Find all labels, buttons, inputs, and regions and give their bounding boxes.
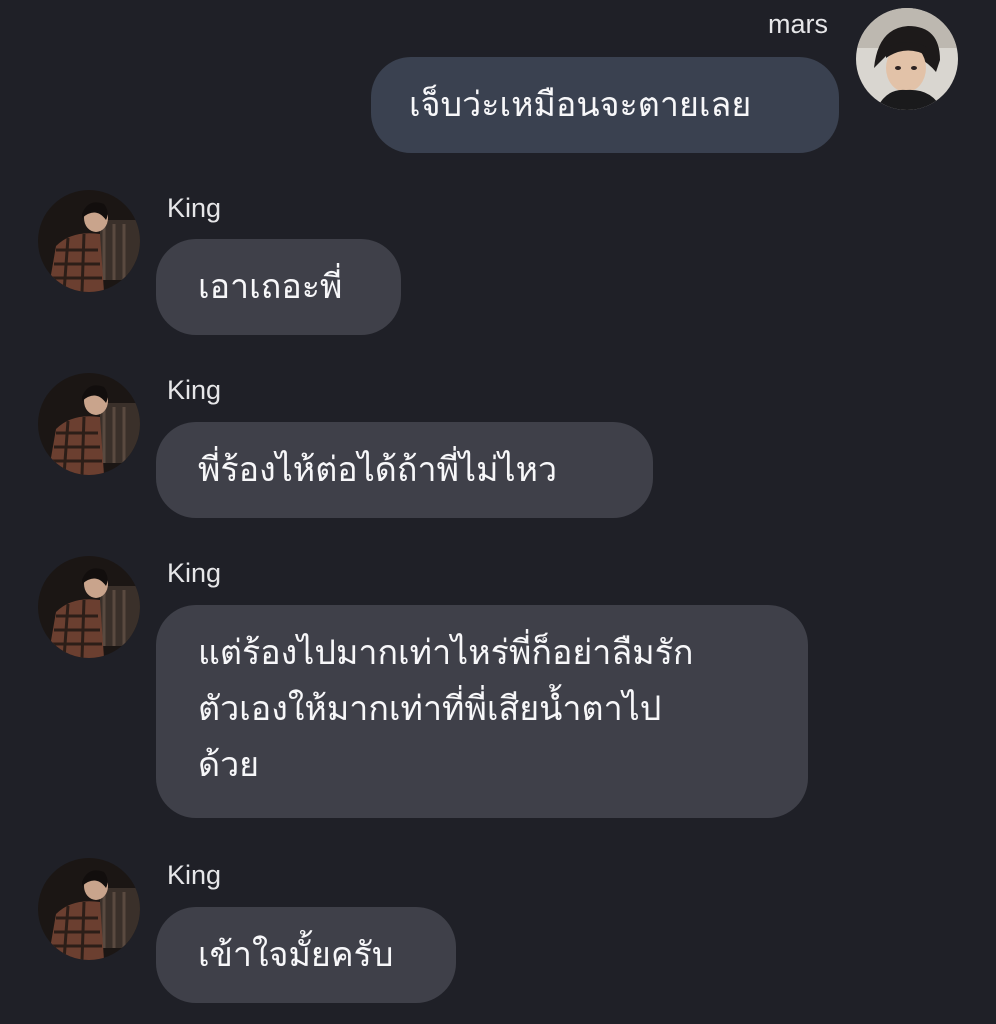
- message-bubble[interactable]: พี่ร้องไห้ต่อได้ถ้าพี่ไม่ไหว: [156, 422, 653, 518]
- avatar-king[interactable]: [38, 556, 140, 658]
- message-text: เอาเถอะพี่: [198, 267, 343, 307]
- sender-name: King: [167, 375, 222, 405]
- chat-thread: mars เจ็บว่ะเหมือนจะตายเลย King เอาเถอะพ…: [0, 0, 996, 1024]
- message-bubble[interactable]: เจ็บว่ะเหมือนจะตายเลย: [371, 57, 839, 153]
- sender-name: King: [167, 558, 222, 588]
- sender-name: mars: [768, 9, 828, 39]
- message-bubble[interactable]: เอาเถอะพี่: [156, 239, 401, 335]
- sender-name: King: [167, 860, 222, 890]
- avatar-king[interactable]: [38, 190, 140, 292]
- message-text: พี่ร้องไห้ต่อได้ถ้าพี่ไม่ไหว: [198, 450, 558, 490]
- message-bubble[interactable]: เข้าใจมั้ยครับ: [156, 907, 456, 1003]
- avatar-king[interactable]: [38, 373, 140, 475]
- message-text: เจ็บว่ะเหมือนจะตายเลย: [409, 85, 752, 125]
- avatar-king[interactable]: [38, 858, 140, 960]
- sender-name: King: [167, 193, 222, 223]
- message-bubble[interactable]: แต่ร้องไปมากเท่าไหร่พี่ก็อย่าลืมรัก ตัวเ…: [156, 605, 808, 818]
- message-text: เข้าใจมั้ยครับ: [198, 935, 394, 975]
- avatar-mars[interactable]: [856, 8, 958, 110]
- message-text: แต่ร้องไปมากเท่าไหร่พี่ก็อย่าลืมรัก ตัวเ…: [198, 633, 694, 785]
